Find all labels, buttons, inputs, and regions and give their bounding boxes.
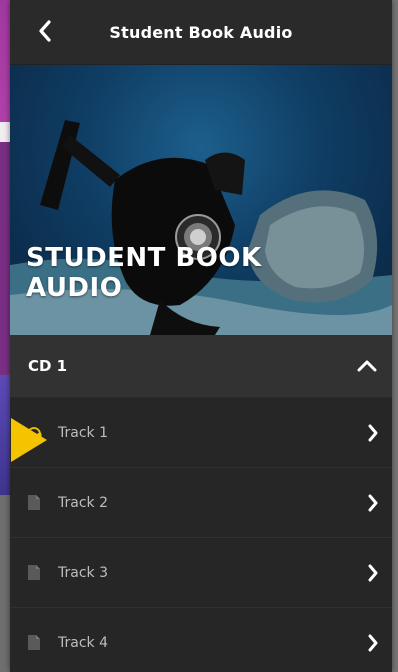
track-label: Track 3 [58,564,108,581]
chevron-right-icon [362,560,384,586]
document-icon [24,492,44,512]
chevron-up-icon [357,360,377,372]
pointer-arrow-icon [11,418,47,462]
chevron-right-icon [362,630,384,656]
collapse-button[interactable] [354,353,380,379]
cd-section-header[interactable]: CD 1 [10,335,392,398]
chevron-right-icon [362,420,384,446]
track-item[interactable]: Track 3 [10,538,392,608]
page-title: Student Book Audio [109,22,293,42]
hero-title: STUDENT BOOK AUDIO [26,243,262,303]
chevron-left-icon [39,20,51,42]
app-header: Student Book Audio [10,0,392,65]
section-title: CD 1 [28,357,68,375]
hero-banner: STUDENT BOOK AUDIO [10,65,392,335]
track-item[interactable]: Track 4 [10,608,392,672]
track-item[interactable]: Track 1 [10,398,392,468]
app-screen: Student Book Audio STUDENT BOOK AUDIO CD… [10,0,392,672]
track-label: Track 1 [58,424,108,441]
track-label: Track 4 [58,634,108,651]
track-item[interactable]: Track 2 [10,468,392,538]
document-icon [24,562,44,582]
background-edge [392,0,398,672]
track-label: Track 2 [58,494,108,511]
chevron-right-icon [362,490,384,516]
document-icon [24,632,44,652]
back-button[interactable] [28,14,62,48]
